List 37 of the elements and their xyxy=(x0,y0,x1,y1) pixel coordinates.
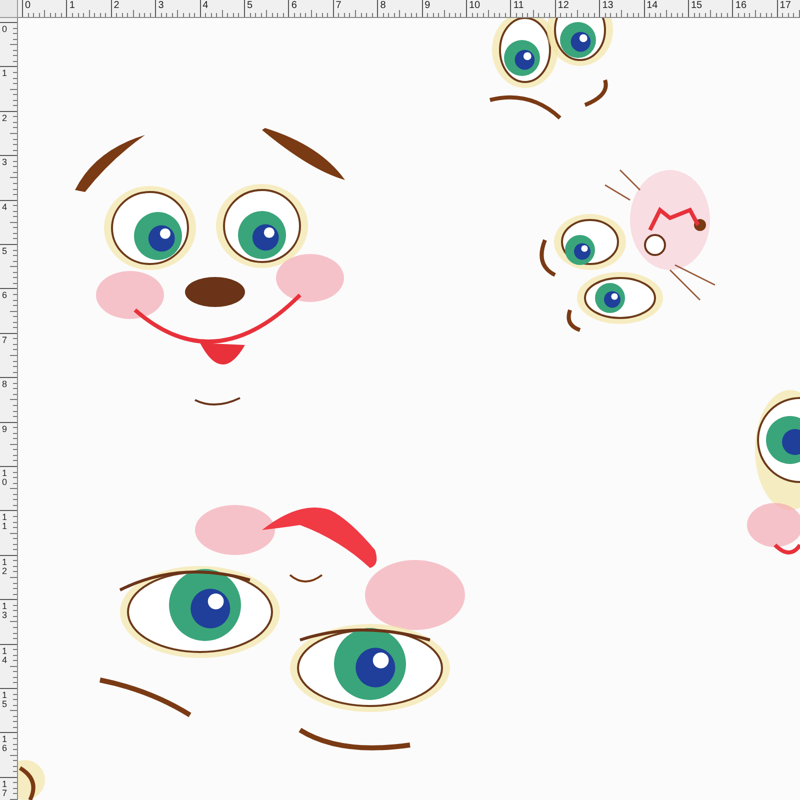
ruler-number: 12 xyxy=(558,0,569,12)
ruler-number: 3 xyxy=(158,0,164,12)
ruler-number: 6 xyxy=(2,291,8,300)
ruler-number: 10 xyxy=(469,0,480,12)
ruler-number: 8 xyxy=(380,0,386,12)
ruler-number: 17 xyxy=(780,0,791,12)
ruler-number: 16 xyxy=(2,735,8,754)
ruler-number: 1 xyxy=(2,69,8,78)
ruler-number: 8 xyxy=(2,380,8,390)
ruler-number: 0 xyxy=(2,25,8,34)
ruler-number: 16 xyxy=(735,0,747,12)
ruler-number: 15 xyxy=(691,0,702,12)
ruler-number: 0 xyxy=(25,0,31,12)
ruler-number: 9 xyxy=(424,0,430,12)
ruler-number: 12 xyxy=(2,558,8,576)
cartoon-face-drawing xyxy=(18,760,45,800)
ruler-number: 17 xyxy=(2,780,8,798)
ruler-number: 5 xyxy=(247,0,253,12)
ruler-number: 7 xyxy=(2,336,8,345)
ruler-number: 13 xyxy=(602,0,614,12)
ruler-number: 2 xyxy=(2,114,8,123)
ruler-number: 5 xyxy=(2,247,8,256)
ruler-number: 9 xyxy=(2,424,8,434)
ruler-number: 2 xyxy=(114,0,120,12)
ruler-number: 6 xyxy=(291,0,297,12)
ruler-number: 14 xyxy=(2,646,8,665)
ruler-number: 11 xyxy=(513,0,524,12)
ruler-number: 10 xyxy=(2,469,8,487)
ruler-number: 13 xyxy=(2,602,8,620)
ruler-number: 4 xyxy=(202,0,208,12)
ruler-number: 15 xyxy=(2,691,8,709)
ruler-number: 3 xyxy=(2,158,8,168)
ruler-number: 7 xyxy=(336,0,342,12)
ruler-number: 14 xyxy=(646,0,658,12)
ruler-number: 11 xyxy=(2,513,8,532)
ruler-number: 1 xyxy=(69,0,75,12)
ruler-number: 4 xyxy=(2,202,8,212)
